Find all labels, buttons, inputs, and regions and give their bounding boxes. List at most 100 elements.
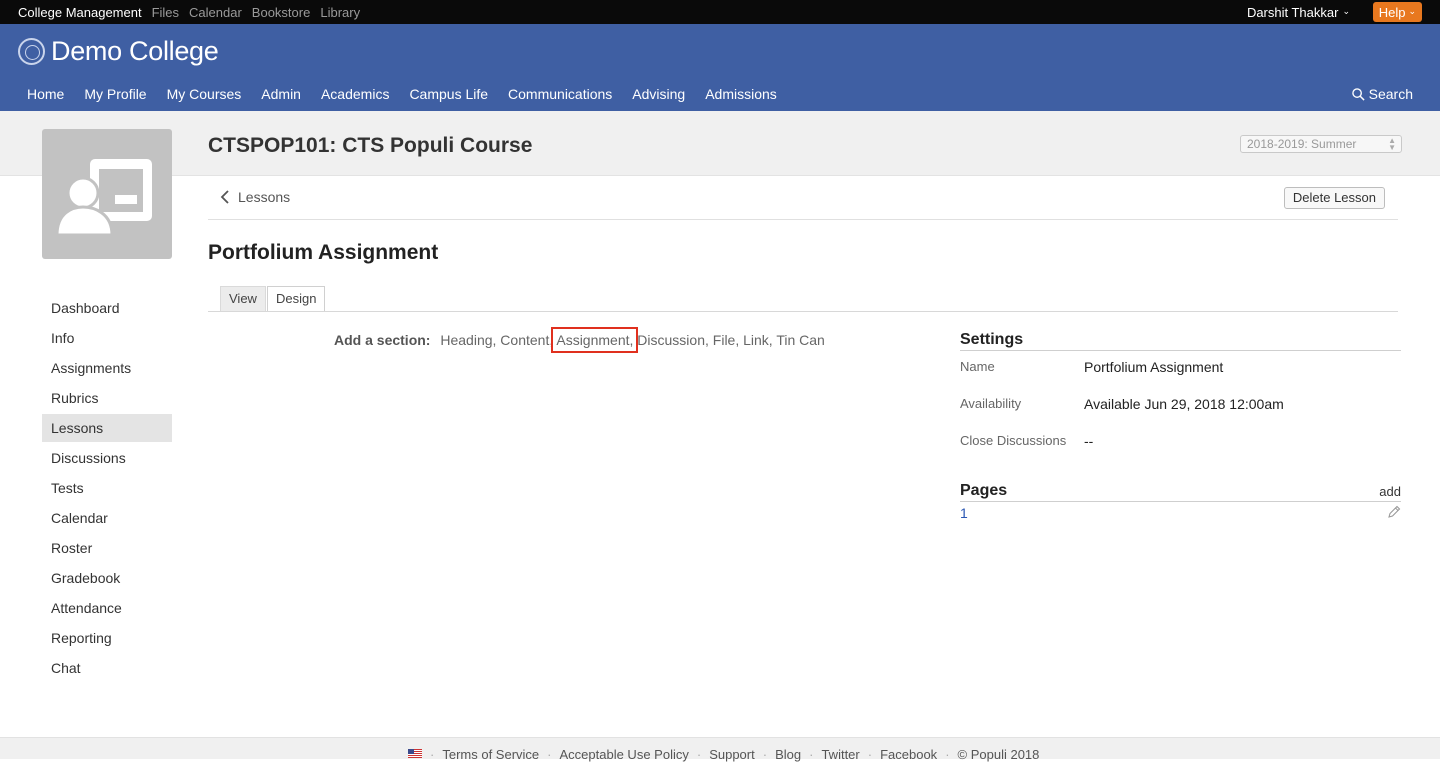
term-select-value: 2018-2019: Summer [1247, 137, 1357, 151]
pages-heading-label: Pages [960, 482, 1008, 499]
add-discussion-link[interactable]: Discussion, [637, 332, 709, 348]
page-link[interactable]: 1 [960, 505, 968, 521]
nav-communications[interactable]: Communications [498, 86, 622, 102]
user-name: Darshit Thakkar [1246, 4, 1339, 20]
sidebar-item-chat[interactable]: Chat [42, 654, 172, 682]
sidebar-item-rubrics[interactable]: Rubrics [42, 384, 172, 412]
sidebar-item-reporting[interactable]: Reporting [42, 624, 172, 652]
back-to-lessons-link[interactable]: Lessons [220, 189, 290, 205]
footer-terms-link[interactable]: Terms of Service [442, 747, 539, 762]
nav-home[interactable]: Home [17, 86, 74, 102]
pages-panel: Pages add 1 [960, 482, 1401, 521]
site-header: Demo College Home My Profile My Courses … [0, 24, 1440, 111]
tab-divider [208, 311, 1398, 312]
footer-blog-link[interactable]: Blog [775, 747, 801, 762]
tab-view[interactable]: View [220, 286, 266, 311]
app-bookstore[interactable]: Bookstore [252, 5, 311, 20]
sidebar-item-dashboard[interactable]: Dashboard [42, 294, 172, 322]
settings-heading: Settings [960, 331, 1401, 351]
lesson-toolbar: Lessons Delete Lesson [208, 186, 1398, 220]
app-library[interactable]: Library [320, 5, 360, 20]
settings-row: Name Portfolium Assignment [960, 351, 1401, 388]
chevron-left-icon [220, 190, 229, 204]
app-college-management[interactable]: College Management [18, 5, 142, 20]
search-button[interactable]: Search [1351, 86, 1413, 102]
nav-admissions[interactable]: Admissions [695, 86, 787, 102]
tab-design[interactable]: Design [267, 286, 326, 312]
footer-copyright: © Populi 2018 [957, 747, 1040, 762]
add-assignment-link[interactable]: Assignment, [551, 327, 639, 353]
sidebar-item-gradebook[interactable]: Gradebook [42, 564, 172, 592]
settings-row: Close Discussions -- [960, 425, 1401, 462]
term-select[interactable]: 2018-2019: Summer ▲ ▼ [1240, 135, 1402, 153]
footer-separator: · [547, 747, 552, 762]
course-sidebar: Dashboard Info Assignments Rubrics Lesso… [42, 294, 172, 684]
app-files[interactable]: Files [152, 5, 179, 20]
app-calendar[interactable]: Calendar [189, 5, 242, 20]
lesson-title: Portfolium Assignment [208, 241, 439, 264]
settings-key: Name [960, 359, 995, 374]
back-label: Lessons [238, 189, 291, 205]
course-title: CTSPOP101: CTS Populi Course [208, 134, 533, 157]
footer-separator: · [696, 747, 702, 762]
settings-row: Availability Available Jun 29, 2018 12:0… [960, 388, 1401, 425]
settings-panel: Settings Name Portfolium Assignment Avai… [960, 331, 1401, 462]
user-menu[interactable]: Darshit Thakkar ⌄ [1247, 0, 1350, 24]
chevron-down-icon: ⌄ [1342, 5, 1350, 16]
app-switcher: College Management Files Calendar Bookst… [18, 0, 360, 24]
sidebar-item-tests[interactable]: Tests [42, 474, 172, 502]
add-content-link[interactable]: Content, [500, 332, 553, 348]
help-label: Help [1378, 4, 1406, 20]
footer-separator: · [809, 747, 814, 762]
settings-value: Portfolium Assignment [1084, 359, 1224, 375]
nav-academics[interactable]: Academics [311, 86, 399, 102]
sidebar-item-calendar[interactable]: Calendar [42, 504, 172, 532]
add-file-link[interactable]: File, [713, 332, 739, 348]
top-bar: College Management Files Calendar Bookst… [0, 0, 1440, 24]
main-nav: Home My Profile My Courses Admin Academi… [17, 86, 787, 102]
college-name[interactable]: Demo College [51, 36, 219, 67]
sidebar-item-info[interactable]: Info [42, 324, 172, 352]
search-icon [1351, 87, 1365, 101]
course-title-band: CTSPOP101: CTS Populi Course 2018-2019: … [0, 111, 1440, 176]
pages-heading: Pages add [960, 482, 1401, 502]
footer-separator: · [762, 747, 768, 762]
sidebar-item-attendance[interactable]: Attendance [42, 594, 172, 622]
college-seal-icon [18, 38, 45, 65]
delete-lesson-button[interactable]: Delete Lesson [1283, 187, 1385, 209]
nav-campus-life[interactable]: Campus Life [399, 86, 498, 102]
presenter-board-icon [55, 159, 152, 237]
nav-admin[interactable]: Admin [251, 86, 311, 102]
add-page-link[interactable]: add [1379, 484, 1401, 499]
add-section-bar: Add a section: Heading, Content, Assignm… [334, 327, 825, 353]
footer-separator: · [867, 747, 873, 762]
nav-advising[interactable]: Advising [622, 86, 695, 102]
footer-aup-link[interactable]: Acceptable Use Policy [560, 747, 689, 762]
settings-value: -- [1084, 433, 1094, 449]
footer-links: · Terms of Service · Acceptable Use Poli… [408, 747, 1039, 762]
add-section-label: Add a section: [334, 332, 431, 348]
settings-key: Availability [960, 396, 1022, 411]
footer-separator: · [430, 747, 435, 762]
select-arrows-icon: ▲ ▼ [1388, 136, 1396, 152]
footer-twitter-link[interactable]: Twitter [821, 747, 859, 762]
settings-key: Close Discussions [960, 433, 1067, 448]
footer-separator: · [945, 747, 950, 762]
footer-support-link[interactable]: Support [709, 747, 755, 762]
search-label: Search [1368, 86, 1413, 102]
add-heading-link[interactable]: Heading, [440, 332, 496, 348]
footer: · Terms of Service · Acceptable Use Poli… [0, 737, 1440, 762]
nav-my-profile[interactable]: My Profile [74, 86, 156, 102]
sidebar-item-assignments[interactable]: Assignments [42, 354, 172, 382]
add-tin-can-link[interactable]: Tin Can [776, 332, 825, 348]
sidebar-item-discussions[interactable]: Discussions [42, 444, 172, 472]
add-link-link[interactable]: Link, [743, 332, 773, 348]
sidebar-item-lessons[interactable]: Lessons [42, 414, 172, 442]
help-button[interactable]: Help ⌄ [1372, 2, 1422, 22]
pencil-icon[interactable] [1387, 505, 1401, 519]
nav-my-courses[interactable]: My Courses [157, 86, 252, 102]
us-flag-icon[interactable] [408, 749, 422, 758]
sidebar-item-roster[interactable]: Roster [42, 534, 172, 562]
footer-facebook-link[interactable]: Facebook [880, 747, 937, 762]
settings-value: Available Jun 29, 2018 12:00am [1084, 396, 1284, 412]
